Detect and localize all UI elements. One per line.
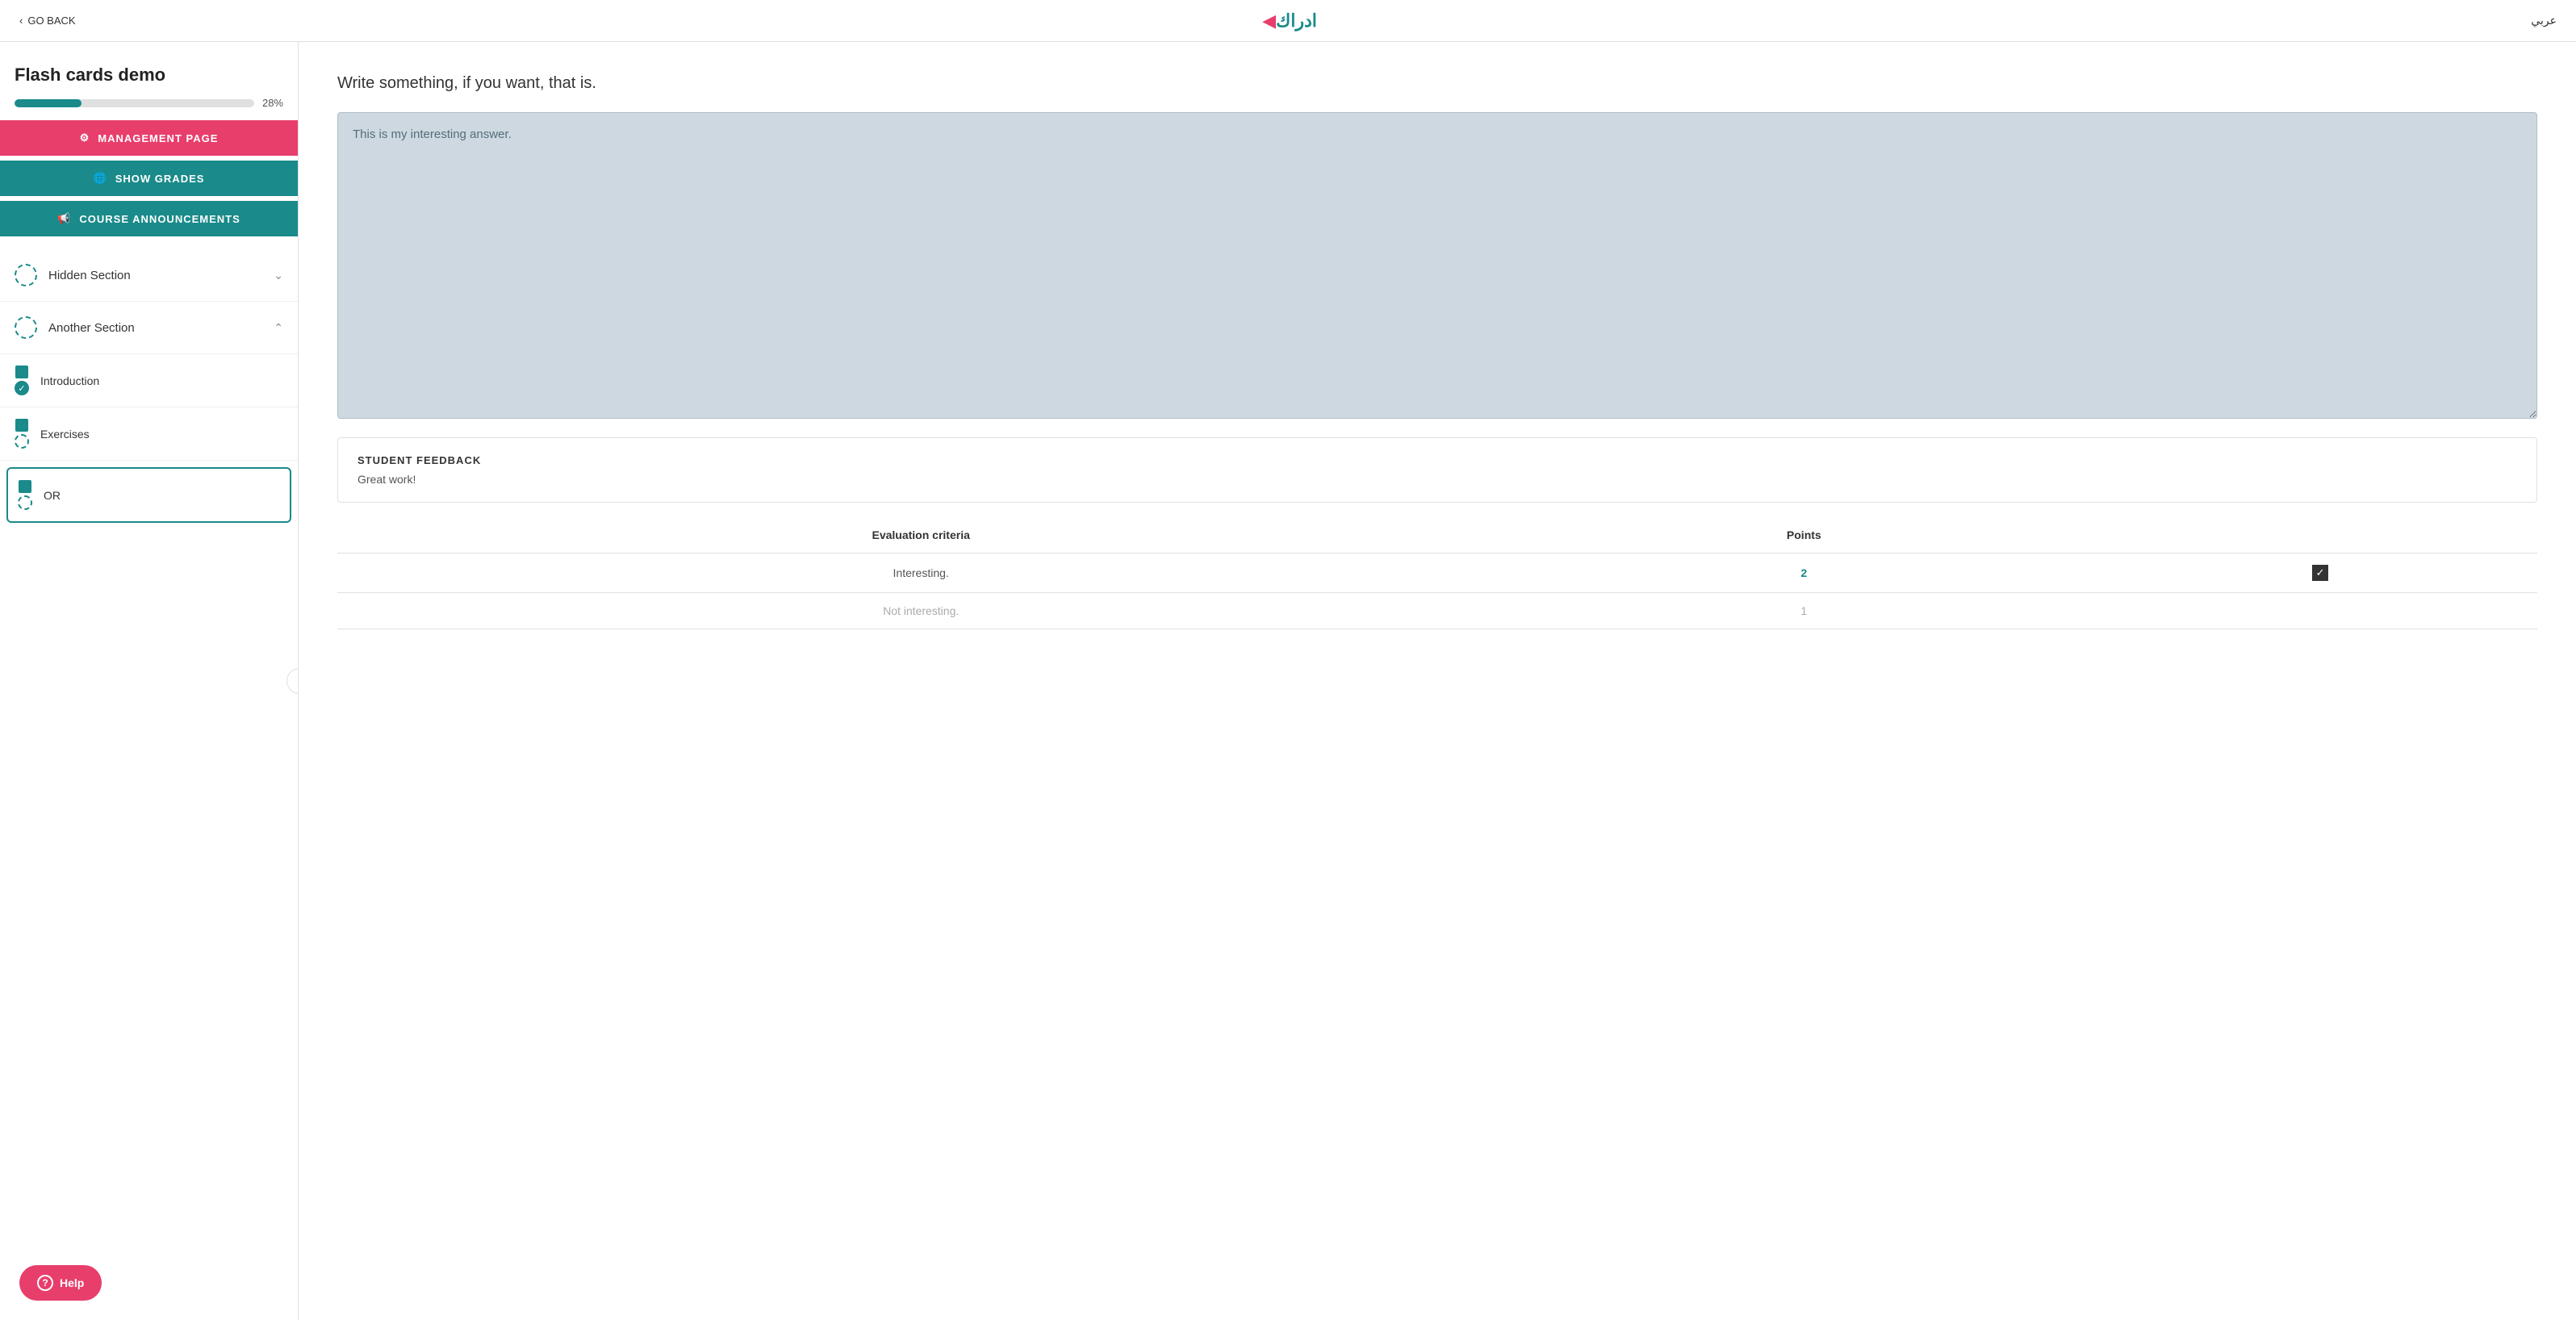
progress-fill: [15, 99, 82, 107]
logo: ◀ ادراك: [1259, 10, 1317, 31]
grades-icon: 🌐: [94, 172, 107, 185]
feedback-title: STUDENT FEEDBACK: [358, 454, 2517, 466]
course-title: Flash cards demo: [0, 42, 298, 97]
eval-col-criteria: Evaluation criteria: [337, 517, 1504, 553]
table-row: Interesting. 2 ✓: [337, 553, 2537, 593]
table-row: Not interesting. 1: [337, 593, 2537, 629]
section-another[interactable]: Another Section ⌃: [0, 302, 298, 354]
announcements-icon: 📢: [57, 212, 71, 225]
feedback-text: Great work!: [358, 473, 2517, 486]
language-toggle[interactable]: عربي: [2531, 14, 2557, 27]
item-icon-square: [15, 419, 28, 432]
chevron-up-icon: ⌃: [274, 321, 283, 335]
course-item-exercises-label: Exercises: [40, 428, 90, 441]
section-circle-icon: [15, 264, 37, 286]
answer-textarea[interactable]: [337, 112, 2537, 419]
course-item-introduction-label: Introduction: [40, 374, 99, 387]
back-button[interactable]: ‹ GO BACK: [19, 15, 76, 27]
logo-arrow-icon: ◀: [1262, 10, 1276, 31]
section-hidden[interactable]: Hidden Section ⌄: [0, 249, 298, 302]
announcements-label: COURSE ANNOUNCEMENTS: [79, 213, 240, 225]
item-icon-square: [19, 480, 31, 493]
course-announcements-button[interactable]: 📢 COURSE ANNOUNCEMENTS: [0, 201, 298, 236]
eval-col-points: Points: [1504, 517, 2103, 553]
back-label: GO BACK: [27, 15, 75, 27]
course-item-or-label: OR: [44, 489, 61, 502]
sidebar-collapse-button[interactable]: ‹: [286, 668, 299, 694]
section-another-label: Another Section: [48, 321, 135, 335]
course-item-introduction[interactable]: ✓ Introduction: [0, 354, 298, 407]
management-icon: ⚙: [80, 132, 90, 144]
eval-criteria-2: Not interesting.: [337, 593, 1504, 629]
course-item-or[interactable]: OR: [6, 467, 291, 523]
feedback-box: STUDENT FEEDBACK Great work!: [337, 437, 2537, 503]
progress-track: [15, 99, 254, 107]
progress-percent: 28%: [262, 97, 283, 109]
eval-points-2: 1: [1504, 593, 2103, 629]
help-label: Help: [60, 1276, 84, 1289]
management-label: MANAGEMENT PAGE: [98, 132, 218, 144]
check-outline-icon: [15, 434, 29, 449]
check-complete-icon: ✓: [15, 381, 29, 395]
evaluation-table: Evaluation criteria Points Interesting. …: [337, 517, 2537, 629]
eval-points-1: 2: [1504, 553, 2103, 593]
help-icon: ?: [37, 1275, 53, 1291]
eval-checkbox-2[interactable]: [2103, 593, 2537, 629]
show-grades-button[interactable]: 🌐 SHOW GRADES: [0, 161, 298, 196]
eval-col-checkbox: [2103, 517, 2537, 553]
help-button[interactable]: ? Help: [19, 1265, 102, 1301]
checkbox-checked-icon: ✓: [2312, 565, 2328, 581]
check-outline-icon: [18, 495, 32, 510]
main-content: Write something, if you want, that is. S…: [299, 42, 2576, 1320]
section-hidden-label: Hidden Section: [48, 269, 131, 282]
main-layout: Flash cards demo 28% ⚙ MANAGEMENT PAGE 🌐…: [0, 42, 2576, 1320]
logo-text: ادراك: [1276, 10, 1317, 31]
chevron-down-icon: ⌄: [274, 269, 283, 282]
course-item-exercises[interactable]: Exercises: [0, 407, 298, 461]
main-prompt: Write something, if you want, that is.: [337, 74, 2537, 93]
item-icon-square: [15, 366, 28, 378]
section-circle-icon: [15, 316, 37, 339]
sidebar: Flash cards demo 28% ⚙ MANAGEMENT PAGE 🌐…: [0, 42, 299, 1320]
progress-bar: 28%: [0, 97, 298, 120]
grades-label: SHOW GRADES: [115, 173, 205, 185]
header: ‹ GO BACK ◀ ادراك عربي: [0, 0, 2576, 42]
management-page-button[interactable]: ⚙ MANAGEMENT PAGE: [0, 120, 298, 156]
eval-criteria-1: Interesting.: [337, 553, 1504, 593]
back-arrow-icon: ‹: [19, 15, 23, 27]
eval-checkbox-1[interactable]: ✓: [2103, 553, 2537, 593]
